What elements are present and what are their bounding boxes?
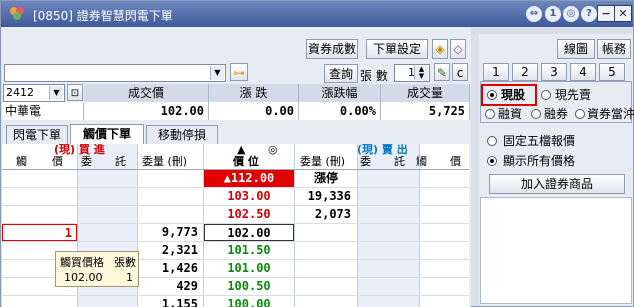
col-buy-qty: 委量 (刪): [142, 155, 188, 168]
radio-allprice[interactable]: [487, 156, 497, 166]
tooltip-qty-label: 張數: [114, 256, 136, 269]
price-limit-up[interactable]: ▲112.00: [204, 170, 294, 187]
app-icon: [10, 7, 24, 20]
account-select[interactable]: ▼: [4, 64, 226, 82]
preset-button-5[interactable]: 5: [599, 63, 625, 81]
buy-title: (現) 買 進: [54, 144, 105, 156]
col-order: 委: [81, 155, 92, 168]
window: [0850] 證券智慧閃電下單 ⇔ 1 ◎ ? − ✕ 資券成數 下單設定 ◈ …: [0, 0, 634, 307]
order-setting-button[interactable]: 下單設定: [366, 39, 428, 59]
title-bar: [0850] 證券智慧閃電下單 ⇔ 1 ◎ ? − ✕: [1, 1, 633, 27]
price-cell[interactable]: 103.00: [204, 188, 294, 205]
tab-trailing-stop[interactable]: 移動停損: [146, 125, 218, 144]
radio-daytrade-label: 資券當沖: [587, 107, 634, 121]
col-sell-qty: 委量 (刪): [300, 155, 346, 168]
radio-short[interactable]: [531, 109, 541, 119]
col-entrust: 託: [115, 155, 126, 168]
folder-icon[interactable]: ⊶: [230, 63, 248, 81]
tooltip-price-label: 觸買價格: [60, 256, 104, 269]
change-value: 0.00: [209, 102, 299, 120]
preset-button-4[interactable]: 4: [570, 63, 596, 81]
radio-margin-label: 融資: [498, 107, 523, 121]
sell-title: (現) 賣 出: [357, 144, 408, 156]
col-sell-order: 委: [360, 155, 371, 168]
col-price-level: 價 位: [233, 155, 259, 168]
window-title: [0850] 證券智慧閃電下單: [33, 9, 173, 23]
trigger-buy-cell[interactable]: 1: [2, 224, 77, 241]
change-pct: 0.00%: [299, 102, 381, 120]
volume-value: 5,725: [381, 102, 470, 120]
header-volume: 成交量: [381, 84, 470, 102]
tooltip-price: 102.00: [64, 271, 103, 284]
header-trade-price: 成交價: [84, 84, 209, 102]
radio-allprice-label: 顯示所有價格: [503, 154, 576, 168]
radio-short-label: 融券: [544, 107, 569, 121]
qty-input[interactable]: 1 ▲ ▼: [394, 64, 430, 82]
radio-cash-first[interactable]: [541, 90, 551, 100]
preset-button-3[interactable]: 3: [541, 63, 567, 81]
col-sell-trigger: 觸: [416, 155, 427, 168]
query-button[interactable]: 查詢: [324, 64, 358, 83]
preset-button-2[interactable]: 2: [512, 63, 538, 81]
clear-icon[interactable]: c: [452, 63, 468, 81]
question-icon[interactable]: ?: [581, 6, 597, 22]
account-button[interactable]: 帳務: [597, 39, 631, 59]
edit-icon[interactable]: ✎: [434, 63, 450, 81]
header-change-pct: 漲跌幅: [299, 84, 381, 102]
right-panel: 線圖 帳務 1 2 3 4 5 現股 現先賣 融資 融券 資券當沖 固定五檔報價…: [479, 34, 634, 306]
radio-fixed5-label: 固定五檔報價: [503, 134, 576, 148]
radio-daytrade[interactable]: [575, 109, 585, 119]
price-cell[interactable]: 100.00: [204, 296, 294, 307]
stock-name: 中華電: [2, 102, 84, 120]
tab-flash-order[interactable]: 閃電下單: [6, 125, 68, 144]
price-cell[interactable]: 101.00: [204, 260, 294, 277]
buy-qty-cell[interactable]: 1,155: [138, 296, 198, 307]
sell-qty-cell[interactable]: 2,073: [295, 206, 351, 223]
price-cell[interactable]: 100.50: [204, 278, 294, 295]
qty-stepper-icon[interactable]: ▲ ▼: [414, 66, 428, 80]
preset-button-1[interactable]: 1: [483, 63, 509, 81]
buy-qty-cell[interactable]: 2,321: [138, 242, 198, 259]
col-trigger: 觸: [16, 155, 27, 168]
center-icon[interactable]: ◎: [268, 144, 278, 155]
trigger-tooltip: 觸買價格 張數 102.00 1: [55, 251, 139, 287]
qty-label: 張 數: [360, 69, 388, 83]
tooltip-qty: 1: [126, 271, 133, 284]
margin-ratio-button[interactable]: 資券成數: [306, 39, 358, 59]
close-button[interactable]: ✕: [614, 5, 632, 22]
col-sell-entrust: 託: [394, 155, 405, 168]
info-icon[interactable]: ◎: [563, 6, 579, 22]
sell-qty-cell[interactable]: 19,336: [295, 188, 351, 205]
buy-qty-cell[interactable]: 429: [138, 278, 198, 295]
current-price-cell[interactable]: 102.00: [204, 224, 294, 241]
price-cell[interactable]: 101.50: [204, 242, 294, 259]
add-product-button[interactable]: 加入證券商品: [489, 174, 625, 194]
tab-trigger-order[interactable]: 觸價下單: [70, 124, 144, 144]
col-sell-price: 價: [450, 155, 461, 168]
radio-fixed5[interactable]: [487, 136, 497, 146]
radio-margin[interactable]: [485, 109, 495, 119]
chart-button[interactable]: 線圖: [557, 39, 595, 59]
radio-cash-first-label: 現先賣: [555, 88, 592, 102]
chevron-down-icon[interactable]: ▼: [210, 66, 224, 80]
minimize-button[interactable]: −: [597, 5, 615, 22]
lock-icon[interactable]: ◈: [432, 39, 448, 59]
radio-cash-label: 現股: [501, 88, 526, 102]
price-cell[interactable]: 102.50: [204, 206, 294, 223]
help-icon[interactable]: 1: [545, 6, 561, 22]
up-arrow-icon[interactable]: ▲: [237, 144, 245, 155]
buy-qty-cell[interactable]: 1,426: [138, 260, 198, 277]
product-list[interactable]: [480, 197, 632, 304]
buy-qty-cell[interactable]: 9,773: [138, 224, 198, 241]
swap-icon[interactable]: ◇: [450, 39, 466, 59]
sell-qty-cell[interactable]: 漲停: [314, 170, 338, 187]
header-change: 漲 跌: [209, 84, 299, 102]
nav-icon[interactable]: ⇔: [526, 6, 542, 22]
radio-cash[interactable]: [487, 90, 497, 100]
col-price: 價: [52, 155, 63, 168]
trade-price: 102.00: [84, 102, 209, 120]
